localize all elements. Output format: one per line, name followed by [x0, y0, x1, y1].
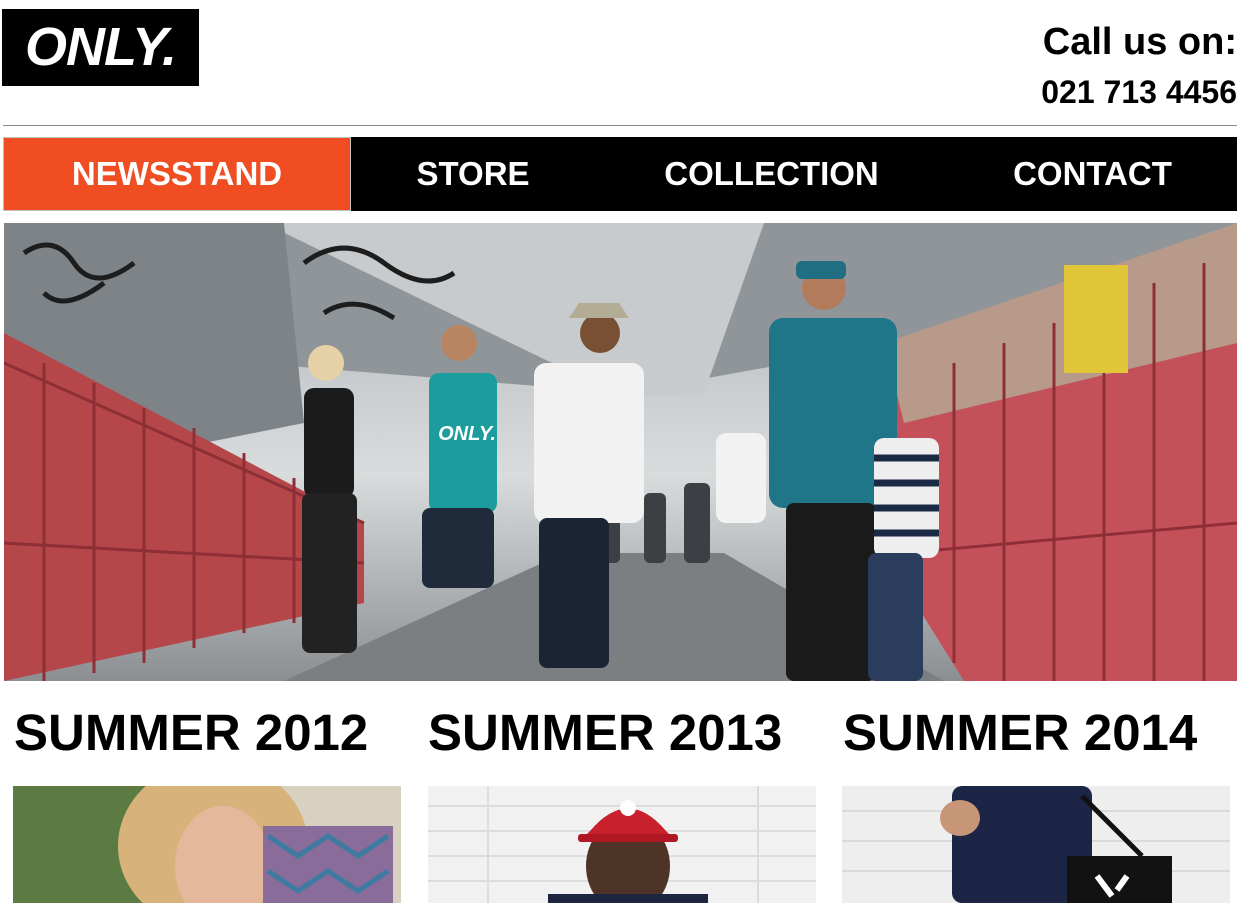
contact-info: Call us on: 021 713 4456 — [1041, 20, 1237, 112]
hero-shirt-logo: ONLY. — [438, 423, 496, 445]
woman-portrait-photo — [13, 786, 401, 903]
main-nav: NEWSSTAND STORE COLLECTION CONTACT — [3, 137, 1237, 211]
brand-logo[interactable]: ONLY. — [2, 9, 199, 86]
nav-collection[interactable]: COLLECTION — [595, 137, 948, 211]
collection-image-2014[interactable] — [842, 786, 1230, 903]
collection-title-2013[interactable]: SUMMER 2013 — [428, 700, 782, 766]
collection-image-2013[interactable] — [428, 786, 816, 903]
hero-bridge-scene — [4, 223, 1237, 681]
call-us-label: Call us on: — [1042, 21, 1237, 63]
nav-newsstand[interactable]: NEWSSTAND — [3, 137, 351, 211]
man-red-cap-photo — [428, 786, 816, 903]
header-divider — [3, 125, 1237, 126]
collection-title-2012[interactable]: SUMMER 2012 — [14, 700, 368, 766]
collection-image-2012[interactable] — [13, 786, 401, 903]
hero-image[interactable]: ONLY. — [4, 223, 1237, 681]
man-backpack-photo — [842, 786, 1230, 903]
nav-store[interactable]: STORE — [351, 137, 595, 211]
collection-title-2014[interactable]: SUMMER 2014 — [843, 700, 1197, 766]
phone-number[interactable]: 021 713 4456 — [1041, 72, 1237, 112]
nav-contact[interactable]: CONTACT — [948, 137, 1237, 211]
